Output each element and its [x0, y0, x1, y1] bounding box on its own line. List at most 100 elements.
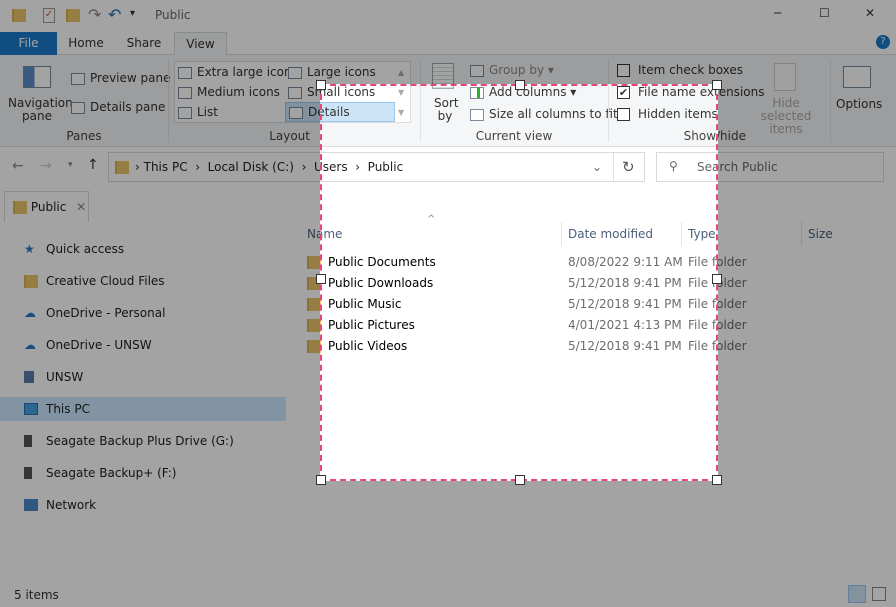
tab-view[interactable]: View — [174, 32, 227, 56]
hidden-items-toggle[interactable]: Hidden items — [617, 107, 718, 121]
sidebar-item-seagate-f[interactable]: Seagate Backup+ (F:) — [0, 461, 286, 485]
sidebar-item-onedrive-unsw[interactable]: ☁ OneDrive - UNSW — [0, 333, 286, 357]
resize-handle[interactable] — [316, 475, 326, 485]
large-icons-view-icon[interactable] — [872, 587, 886, 601]
checkbox-checked[interactable]: ✔ — [617, 86, 630, 99]
layout-large-icons[interactable]: Large icons — [288, 65, 376, 79]
close-tab-icon[interactable]: ✕ — [76, 200, 86, 214]
search-input[interactable]: Search Public — [697, 160, 778, 174]
file-row[interactable]: Public Music 5/12/2018 9:41 PM File folder — [307, 294, 867, 315]
file-date: 8/08/2022 9:11 AM — [568, 255, 683, 269]
customize-toolbar-icon[interactable]: ▾ — [130, 8, 135, 19]
layout-medium-icons[interactable]: Medium icons — [178, 85, 280, 99]
new-folder-icon[interactable] — [66, 9, 80, 22]
label: Extra large icons — [197, 65, 298, 79]
folder-icon — [307, 277, 321, 290]
undo-icon[interactable]: ↶ — [108, 5, 121, 24]
recent-locations-button[interactable]: ▾ — [68, 160, 73, 170]
file-row[interactable]: Public Videos 5/12/2018 9:41 PM File folde… — [307, 336, 867, 357]
sidebar-item-creative-cloud[interactable]: Creative Cloud Files — [0, 269, 286, 293]
help-icon[interactable]: ? — [876, 35, 890, 49]
sidebar-item-network[interactable]: Network — [0, 493, 286, 517]
resize-handle[interactable] — [712, 475, 722, 485]
close-button[interactable]: ✕ — [865, 6, 875, 20]
sidebar-item-quick-access[interactable]: ★ Quick access — [0, 237, 286, 261]
layout-details[interactable]: Details — [285, 102, 395, 122]
preview-pane-button[interactable]: Preview pane — [71, 71, 170, 85]
item-check-boxes-toggle[interactable]: Item check boxes — [617, 63, 743, 77]
sidebar-item-onedrive-personal[interactable]: ☁ OneDrive - Personal — [0, 301, 286, 325]
forward-button[interactable]: → — [40, 158, 52, 174]
details-pane-button[interactable]: Details pane — [71, 100, 165, 114]
back-button[interactable]: ← — [12, 158, 24, 174]
group-by-icon — [470, 64, 484, 77]
ribbon: Navigation pane Preview pane Details pan… — [0, 35, 896, 147]
divider — [613, 153, 614, 181]
breadcrumb-public[interactable]: Public — [368, 160, 404, 174]
layout-list[interactable]: List — [178, 105, 218, 119]
tab-share[interactable]: Share — [118, 32, 170, 55]
options-button[interactable]: Options — [836, 97, 882, 111]
column-header-name[interactable]: Name — [307, 226, 342, 242]
redo-icon[interactable]: ↷ — [88, 5, 101, 24]
file-name-extensions-toggle[interactable]: ✔ File name extensions — [617, 85, 765, 99]
maximize-button[interactable]: ☐ — [819, 6, 830, 20]
label: Item check boxes — [638, 63, 744, 77]
file-name: Public Videos — [328, 339, 408, 353]
refresh-icon[interactable]: ↻ — [622, 158, 635, 176]
add-columns-button[interactable]: Add columns ▾ — [470, 85, 576, 99]
address-bar[interactable]: › This PC › Local Disk (C:) › Users › Pu… — [108, 152, 645, 182]
breadcrumb-users[interactable]: Users — [314, 160, 348, 174]
sidebar-item-unsw[interactable]: UNSW — [0, 365, 286, 389]
file-date: 4/01/2021 4:13 PM — [568, 318, 682, 332]
label: Small icons — [307, 85, 376, 99]
checkbox[interactable] — [617, 108, 630, 121]
cloud-icon: ☁ — [24, 306, 36, 320]
resize-handle[interactable] — [515, 475, 525, 485]
tab-file[interactable]: File — [0, 32, 57, 55]
file-row[interactable]: Public Documents 8/08/2022 9:11 AM File fo… — [307, 252, 867, 273]
network-icon — [24, 499, 38, 511]
address-dropdown-icon[interactable]: ⌄ — [592, 160, 602, 174]
search-icon: ⚲ — [669, 159, 678, 173]
column-header-type[interactable]: Type — [688, 226, 716, 242]
column-divider[interactable] — [681, 222, 682, 246]
breadcrumb-this-pc[interactable]: This PC — [144, 160, 188, 174]
properties-icon[interactable]: ✓ — [43, 8, 55, 23]
sort-by-button[interactable]: Sort by — [434, 97, 459, 123]
search-box[interactable]: ⚲ Search Public — [656, 152, 884, 182]
file-name: Public Pictures — [328, 318, 415, 332]
tab-home[interactable]: Home — [60, 32, 112, 55]
preview-pane-label: Preview pane — [90, 71, 171, 85]
column-divider[interactable] — [561, 222, 562, 246]
window-title: Public — [155, 8, 191, 22]
checkbox[interactable] — [617, 64, 630, 77]
details-icon — [289, 106, 303, 119]
column-header-size[interactable]: Size — [808, 226, 833, 242]
file-date: 5/12/2018 9:41 PM — [568, 297, 682, 311]
sidebar-item-this-pc[interactable]: This PC — [0, 397, 286, 421]
label: Medium icons — [197, 85, 280, 99]
file-row[interactable]: Public Pictures 4/01/2021 4:13 PM File fol… — [307, 315, 867, 336]
gallery-scroll-buttons[interactable]: ▲ ▼ ▼ — [398, 63, 404, 123]
layout-extra-large-icons[interactable]: Extra large icons — [178, 65, 298, 79]
file-row[interactable]: Public Downloads 5/12/2018 9:41 PM File fo… — [307, 273, 867, 294]
column-header-date[interactable]: Date modified — [568, 226, 653, 242]
column-divider[interactable] — [801, 222, 802, 246]
file-date: 5/12/2018 9:41 PM — [568, 339, 682, 353]
folder-icon — [115, 161, 129, 174]
group-by-button[interactable]: Group by ▾ — [470, 63, 554, 77]
navigation-pane-button[interactable]: Navigation pane — [8, 97, 73, 123]
size-all-columns-button[interactable]: Size all columns to fit — [470, 107, 618, 121]
layout-small-icons[interactable]: Small icons — [288, 85, 375, 99]
file-type: File folder — [688, 276, 747, 290]
cloud-icon: ☁ — [24, 338, 36, 352]
details-view-icon[interactable] — [848, 585, 866, 603]
up-button[interactable]: ↑ — [87, 157, 99, 173]
breadcrumb-local-disk[interactable]: Local Disk (C:) — [208, 160, 294, 174]
label: Large icons — [307, 65, 376, 79]
minimize-button[interactable]: ─ — [774, 6, 781, 20]
folder-tab-public[interactable]: Public ✕ — [4, 191, 89, 222]
sidebar-item-seagate-g[interactable]: Seagate Backup Plus Drive (G:) — [0, 429, 286, 453]
layout-group-label: Layout — [269, 129, 310, 143]
